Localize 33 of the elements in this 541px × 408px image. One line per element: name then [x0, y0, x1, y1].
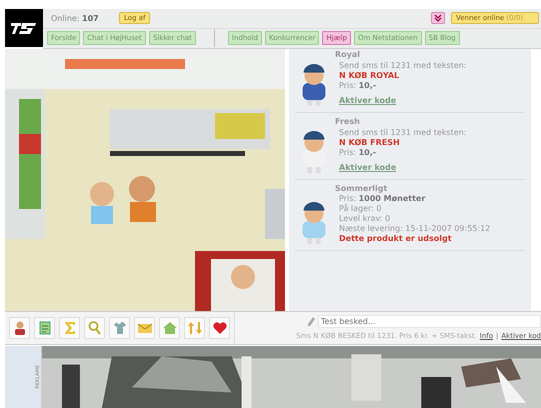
price-text: Pris: 10,-	[339, 148, 378, 158]
toolbar-button[interactable]	[9, 317, 30, 339]
pencil-icon	[307, 316, 315, 326]
toolbar-button[interactable]	[34, 317, 55, 339]
price-text: Pris: 10,-	[339, 81, 378, 91]
sms-instruction: Send sms til 1231 med teksten:	[339, 61, 466, 71]
chevron-icon	[434, 14, 442, 22]
house-icon	[162, 320, 178, 336]
sold-out-text: Dette produkt er udsolgt	[339, 234, 453, 244]
up-down-arrows-icon	[186, 320, 202, 336]
product-title: Sommerligt	[334, 184, 388, 194]
sms-instruction: Send sms til 1231 med teksten:	[339, 128, 466, 138]
logo-icon	[5, 9, 43, 47]
expand-button[interactable]	[431, 12, 445, 24]
product-title: Fresh	[334, 117, 361, 127]
shirt-icon	[112, 320, 128, 336]
stock-text: På lager: 0	[339, 204, 383, 214]
search-icon	[86, 320, 102, 336]
sms-code: N KØB ROYAL	[339, 71, 400, 81]
activate-code-link[interactable]: Aktiver kode	[339, 163, 396, 173]
product-title: Royal	[334, 50, 362, 60]
message-input[interactable]: Test besked...	[318, 315, 541, 328]
heart-icon	[212, 320, 228, 336]
toolbar-button[interactable]	[209, 317, 230, 339]
toolbar-button[interactable]	[109, 317, 130, 339]
level-text: Level krav: 0	[339, 214, 392, 224]
toolbar-button[interactable]	[134, 317, 155, 339]
activate-code-link[interactable]: Aktiver kode	[339, 96, 396, 106]
delivery-text: Næste levering: 15-11-2007 09:55:12	[339, 224, 490, 234]
sms-code: N KØB FRESH	[339, 138, 401, 148]
online-count: Online: 107	[51, 14, 100, 23]
price-text: Pris: 1000 Mønetter	[339, 194, 426, 204]
notepad-icon	[36, 320, 52, 336]
